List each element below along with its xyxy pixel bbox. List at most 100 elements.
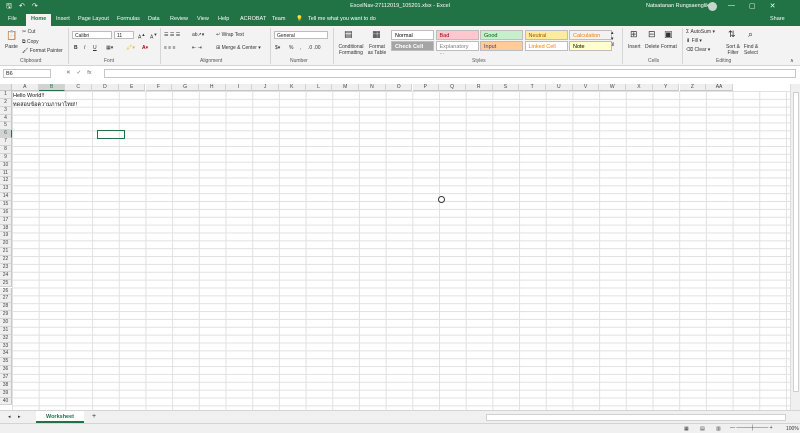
insert-cells-button[interactable]: Insert <box>628 44 641 50</box>
column-header-m[interactable]: M <box>332 84 360 91</box>
top-align-icon[interactable]: ☰ ☰ ☰ <box>164 32 180 38</box>
paste-button[interactable]: Paste <box>5 44 18 50</box>
row-header-36[interactable]: 36 <box>0 366 12 374</box>
row-header-2[interactable]: 2 <box>0 98 12 107</box>
row-header-15[interactable]: 15 <box>0 201 12 209</box>
font-color-icon[interactable]: A▾ <box>142 45 148 51</box>
column-header-a[interactable]: A <box>12 84 39 91</box>
fill-button[interactable]: ⬇ Fill ▾ <box>686 38 702 44</box>
row-header-23[interactable]: 23 <box>0 263 12 272</box>
avatar[interactable] <box>708 2 717 11</box>
column-header-y[interactable]: Y <box>652 84 680 91</box>
column-header-k[interactable]: K <box>279 84 306 91</box>
column-header-n[interactable]: N <box>359 84 386 91</box>
cell-a1[interactable]: Hello World!! <box>13 93 44 99</box>
currency-icon[interactable]: $▾ <box>275 45 280 51</box>
row-header-24[interactable]: 24 <box>0 271 12 280</box>
column-header-j[interactable]: J <box>252 84 279 91</box>
delete-cells-button[interactable]: Delete <box>645 44 659 50</box>
style-note[interactable]: Note <box>569 41 612 51</box>
column-header-p[interactable]: P <box>412 84 440 91</box>
collapse-ribbon-icon[interactable]: ∧ <box>790 58 794 64</box>
sheet-tab-worksheet[interactable]: Worksheet <box>36 411 84 423</box>
tab-view[interactable]: View <box>197 16 209 22</box>
column-header-g[interactable]: G <box>172 84 199 91</box>
row-header-21[interactable]: 21 <box>0 248 12 257</box>
conditional-formatting-button[interactable]: Conditional Formatting <box>337 44 365 56</box>
row-header-5[interactable]: 5 <box>0 122 12 131</box>
enter-icon[interactable]: ✓ <box>77 70 82 76</box>
name-box[interactable]: B6 <box>3 69 51 78</box>
clear-button[interactable]: ⌫ Clear ▾ <box>686 47 710 53</box>
column-header-r[interactable]: R <box>465 84 493 91</box>
fill-color-icon[interactable]: 🖍▾ <box>126 45 135 51</box>
zoom-level[interactable]: 100% <box>786 426 799 432</box>
row-header-35[interactable]: 35 <box>0 358 12 367</box>
bold-button[interactable]: B <box>74 45 78 51</box>
styles-scroll-icon[interactable]: ▴ ▾ ⊻ <box>611 30 615 48</box>
formula-input[interactable] <box>104 69 796 78</box>
row-header-17[interactable]: 17 <box>0 216 12 225</box>
row-header-11[interactable]: 11 <box>0 169 12 178</box>
tab-formulas[interactable]: Formulas <box>117 16 140 22</box>
page-break-view-icon[interactable]: ▥ <box>716 426 721 432</box>
font-name-select[interactable]: Calibri <box>72 31 112 39</box>
row-header-40[interactable]: 40 <box>0 397 12 406</box>
format-cells-button[interactable]: Format <box>661 44 677 50</box>
normal-view-icon[interactable]: ▦ <box>684 426 689 432</box>
row-header-27[interactable]: 27 <box>0 295 12 304</box>
row-header-33[interactable]: 33 <box>0 342 12 351</box>
cancel-icon[interactable]: ✕ <box>66 70 71 76</box>
percent-button[interactable]: % <box>289 45 293 51</box>
row-header-30[interactable]: 30 <box>0 318 12 327</box>
autosum-button[interactable]: Σ AutoSum ▾ <box>686 29 715 35</box>
row-header-12[interactable]: 12 <box>0 177 12 186</box>
style-check-cell[interactable]: Check Cell <box>391 41 434 51</box>
style-explanatory[interactable]: Explanatory ... <box>435 41 479 56</box>
row-header-13[interactable]: 13 <box>0 185 12 194</box>
tab-team[interactable]: Team <box>272 16 285 22</box>
tab-page-layout[interactable]: Page Layout <box>78 16 109 22</box>
row-header-28[interactable]: 28 <box>0 303 12 312</box>
tab-home[interactable]: Home <box>26 14 52 26</box>
tab-review[interactable]: Review <box>170 16 188 22</box>
tab-file[interactable]: File <box>8 16 17 22</box>
row-header-14[interactable]: 14 <box>0 193 12 202</box>
format-painter-button[interactable]: 🖌 Format Painter <box>22 48 63 54</box>
maximize-button[interactable]: ▢ <box>749 2 756 10</box>
function-icon[interactable]: fx <box>87 70 91 76</box>
column-header-u[interactable]: U <box>546 84 573 91</box>
zoom-slider[interactable]: — ────┼──── + <box>730 425 773 431</box>
font-size-select[interactable]: 11 <box>114 31 134 39</box>
row-header-26[interactable]: 26 <box>0 287 12 296</box>
row-header-10[interactable]: 10 <box>0 161 12 170</box>
row-header-19[interactable]: 19 <box>0 232 12 241</box>
row-header-31[interactable]: 31 <box>0 326 12 335</box>
left-align-icon[interactable]: ≡ ≡ ≡ <box>164 45 176 51</box>
number-format-select[interactable]: General <box>274 31 328 39</box>
page-layout-view-icon[interactable]: ▤ <box>700 426 705 432</box>
tab-help[interactable]: Help <box>218 16 229 22</box>
merge-center-button[interactable]: ⊞ Merge & Center ▾ <box>216 45 261 51</box>
column-header-b[interactable]: B <box>38 84 66 91</box>
copy-button[interactable]: ⧉ Copy <box>22 39 39 45</box>
sort-filter-button[interactable]: Sort & Filter <box>724 44 742 56</box>
row-header-3[interactable]: 3 <box>0 106 12 115</box>
column-header-w[interactable]: W <box>599 84 627 91</box>
indent-icon[interactable]: ⇤ ⇥ <box>192 45 202 51</box>
sheet-next-icon[interactable]: ▸ <box>18 414 21 420</box>
close-button[interactable]: ✕ <box>770 2 776 10</box>
format-cells-icon[interactable]: ▣ <box>664 29 673 40</box>
column-header-s[interactable]: S <box>492 84 520 91</box>
italic-button[interactable]: I <box>84 45 85 51</box>
column-header-i[interactable]: I <box>225 84 253 91</box>
row-header-18[interactable]: 18 <box>0 224 12 233</box>
column-header-x[interactable]: X <box>626 84 653 91</box>
column-header-o[interactable]: O <box>385 84 413 91</box>
share-button[interactable]: Share <box>770 16 785 22</box>
row-header-22[interactable]: 22 <box>0 256 12 264</box>
column-header-t[interactable]: T <box>519 84 546 91</box>
style-neutral[interactable]: Neutral <box>524 30 568 40</box>
row-header-16[interactable]: 16 <box>0 208 12 217</box>
column-header-h[interactable]: H <box>198 84 226 91</box>
